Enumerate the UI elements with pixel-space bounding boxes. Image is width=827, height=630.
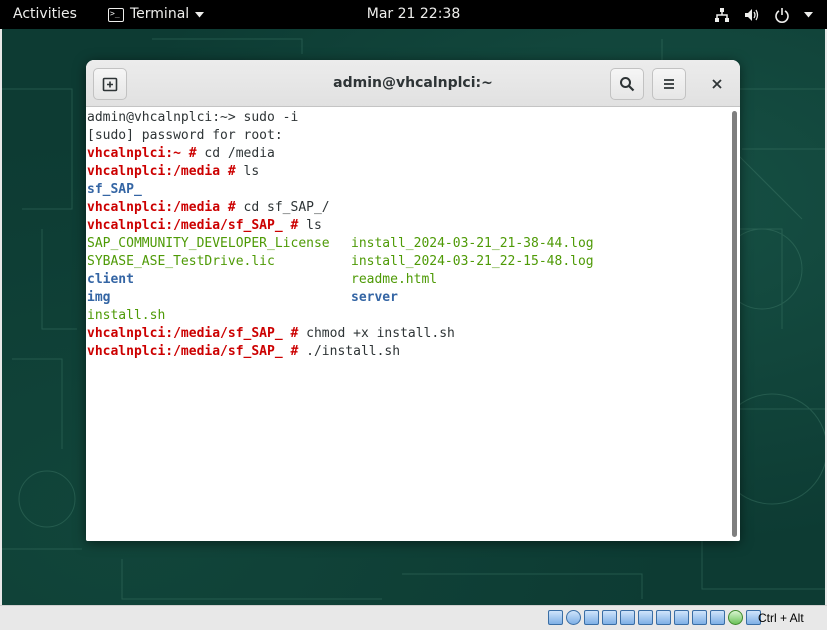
- network-icon[interactable]: [714, 7, 730, 23]
- caret-down-icon: [195, 11, 205, 17]
- terminal-text: cd /media: [196, 146, 275, 161]
- directory-name: client: [87, 272, 134, 287]
- shell-prompt: vhcalnplci:~ #: [87, 146, 197, 161]
- terminal-text: admin@vhcalnplci:~> sudo -i: [87, 110, 299, 125]
- terminal-text: cd sf_SAP_/: [235, 200, 330, 215]
- shell-prompt: vhcalnplci:/media/sf_SAP_ #: [87, 218, 299, 233]
- window-headerbar[interactable]: admin@vhcalnplci:~: [86, 60, 740, 107]
- scrollbar[interactable]: [731, 111, 739, 537]
- terminal-line: client readme.html: [87, 271, 727, 289]
- close-button[interactable]: [704, 68, 730, 100]
- terminal-line: vhcalnplci:/media/sf_SAP_ # ls: [87, 217, 727, 235]
- search-button[interactable]: [610, 68, 644, 100]
- host-key-label: Ctrl + Alt: [758, 611, 804, 625]
- terminal-line: vhcalnplci:/media # cd sf_SAP_/: [87, 199, 727, 217]
- hamburger-menu-icon: [664, 79, 674, 89]
- video-capture-icon[interactable]: [674, 610, 689, 625]
- terminal-content[interactable]: admin@vhcalnplci:~> sudo -i [sudo] passwo…: [86, 107, 740, 541]
- cpu-icon[interactable]: [710, 610, 725, 625]
- shell-prompt: vhcalnplci:/media #: [87, 164, 236, 179]
- terminal-line: vhcalnplci:/media/sf_SAP_ # ./install.sh: [87, 343, 727, 361]
- activities-button[interactable]: Activities: [13, 0, 77, 29]
- optical-drive-icon[interactable]: [566, 610, 581, 625]
- terminal-text: ls: [298, 218, 322, 233]
- scrollbar-thumb[interactable]: [732, 111, 737, 537]
- terminal-line: vhcalnplci:/media # ls: [87, 163, 727, 181]
- terminal-line: SAP_COMMUNITY_DEVELOPER_License install_2…: [87, 235, 727, 253]
- close-icon: [712, 79, 722, 89]
- terminal-line: sf_SAP_: [87, 181, 727, 199]
- power-icon[interactable]: [774, 7, 790, 23]
- terminal-line: vhcalnplci:/media/sf_SAP_ # chmod +x ins…: [87, 325, 727, 343]
- terminal-text: [sudo] password for root:: [87, 128, 283, 143]
- hard-disk-icon[interactable]: [548, 610, 563, 625]
- file-name: install_2024-03-21_21-38-44.log: [351, 236, 594, 251]
- shell-prompt: vhcalnplci:/media/sf_SAP_ #: [87, 344, 299, 359]
- search-icon: [620, 77, 635, 92]
- file-name: install_2024-03-21_22-15-48.log: [351, 254, 594, 269]
- terminal-line: SYBASE_ASE_TestDrive.lic install_2024-03-…: [87, 253, 727, 271]
- app-menu-button[interactable]: >_ Terminal: [108, 0, 205, 29]
- terminal-line: admin@vhcalnplci:~> sudo -i: [87, 109, 727, 127]
- file-name: readme.html: [351, 272, 438, 287]
- shared-folder-icon[interactable]: [638, 610, 653, 625]
- chevron-down-icon[interactable]: [804, 11, 813, 18]
- terminal-line: install.sh: [87, 307, 727, 325]
- shell-prompt: vhcalnplci:/media/sf_SAP_ #: [87, 326, 299, 341]
- display-icon[interactable]: [656, 610, 671, 625]
- recording-icon[interactable]: [692, 610, 707, 625]
- audio-icon[interactable]: [584, 610, 599, 625]
- terminal-line: img server: [87, 289, 727, 307]
- file-name: SYBASE_ASE_TestDrive.lic: [87, 254, 275, 269]
- vm-device-icons: [548, 610, 761, 625]
- terminal-window[interactable]: admin@vhcalnplci:~ admin@vhcalnplci:~> s…: [86, 60, 740, 541]
- app-menu-label: Terminal: [130, 6, 190, 22]
- terminal-line: [sudo] password for root:: [87, 127, 727, 145]
- directory-name: server: [351, 290, 398, 305]
- network-adapter-icon[interactable]: [602, 610, 617, 625]
- usb-icon[interactable]: [620, 610, 635, 625]
- file-name: install.sh: [87, 308, 166, 323]
- terminal-output[interactable]: admin@vhcalnplci:~> sudo -i [sudo] passwo…: [87, 109, 727, 361]
- hamburger-menu-button[interactable]: [652, 68, 686, 100]
- volume-icon[interactable]: [744, 7, 760, 23]
- terminal-text: chmod +x install.sh: [298, 326, 455, 341]
- terminal-text: ./install.sh: [298, 344, 401, 359]
- terminal-line: vhcalnplci:~ # cd /media: [87, 145, 727, 163]
- file-name: SAP_COMMUNITY_DEVELOPER_License: [87, 236, 330, 251]
- clock[interactable]: Mar 21 22:38: [367, 6, 460, 22]
- mouse-integration-icon[interactable]: [728, 610, 743, 625]
- directory-name: img: [87, 290, 111, 305]
- shell-prompt: vhcalnplci:/media #: [87, 200, 236, 215]
- system-tray[interactable]: [714, 0, 813, 29]
- vm-status-bar: Ctrl + Alt: [0, 605, 827, 630]
- activities-label: Activities: [13, 6, 77, 22]
- terminal-icon: >_: [108, 7, 124, 22]
- directory-name: sf_SAP_: [87, 182, 142, 197]
- new-tab-icon: [102, 77, 118, 92]
- terminal-text: ls: [235, 164, 260, 179]
- top-bar: Activities >_ Terminal Mar 21 22:38: [0, 0, 827, 29]
- new-tab-button[interactable]: [93, 68, 127, 100]
